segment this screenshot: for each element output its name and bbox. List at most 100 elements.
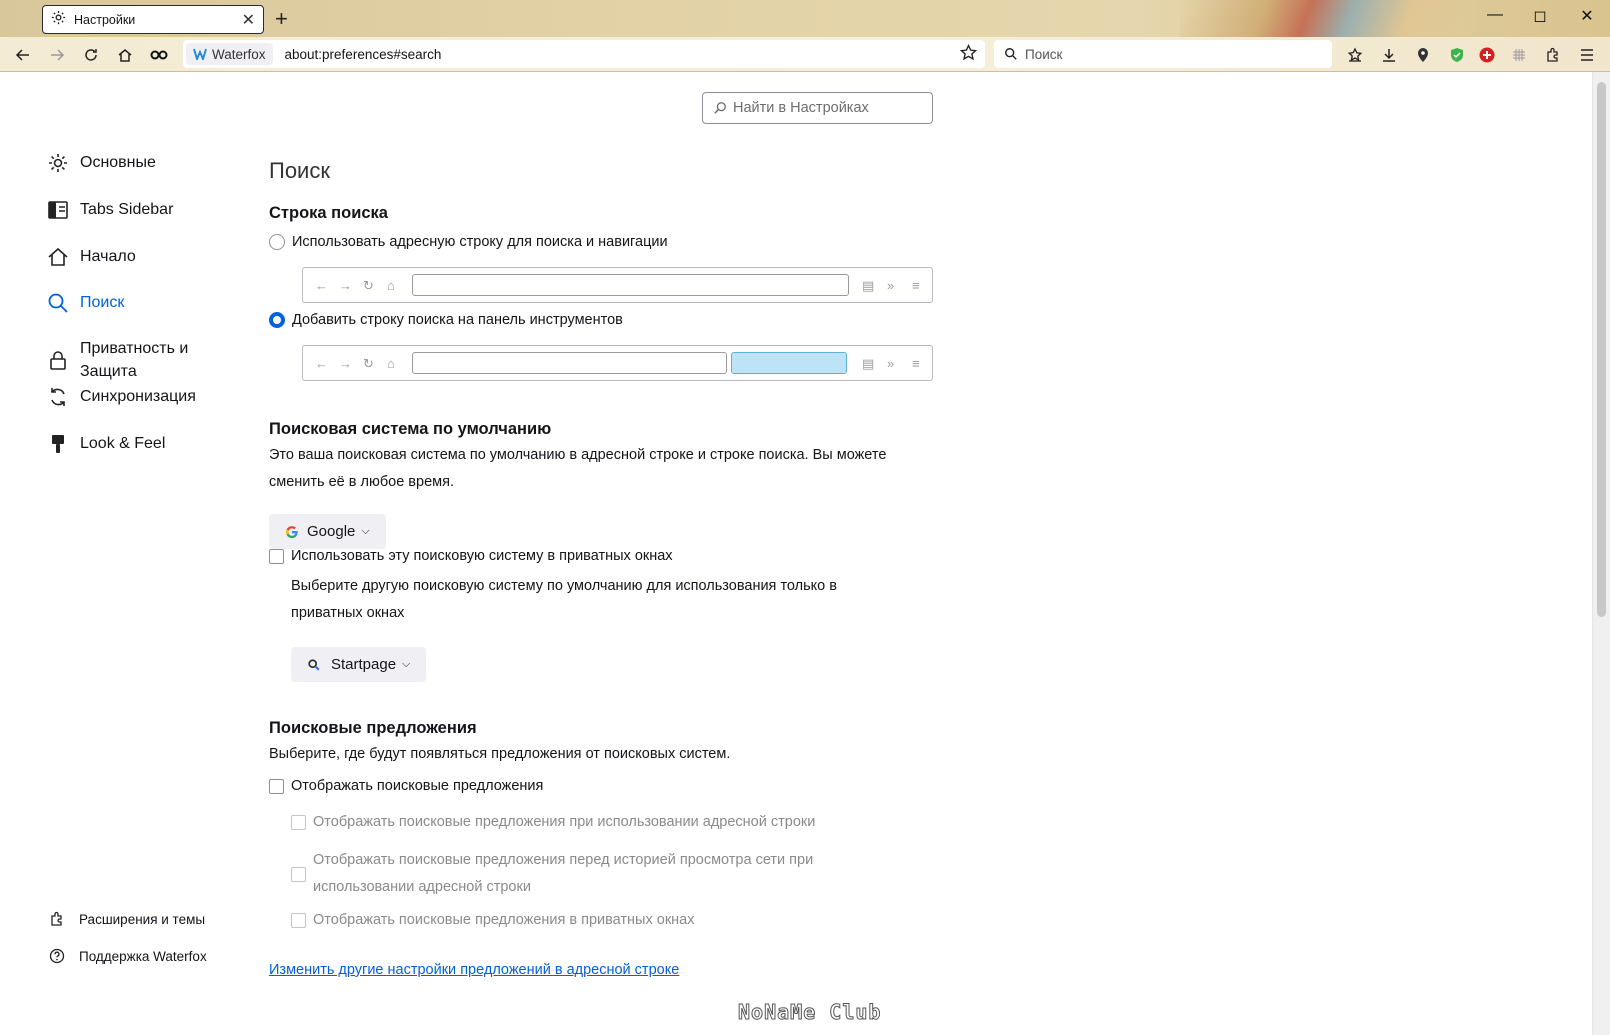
checkbox[interactable] bbox=[269, 778, 284, 794]
home-button[interactable] bbox=[114, 45, 136, 65]
extension-plus-button[interactable] bbox=[1476, 45, 1498, 65]
sidebar-item-privacy[interactable]: Приватность и Защита bbox=[47, 337, 188, 383]
sidebar-item-look-and-feel[interactable]: Look & Feel bbox=[47, 433, 165, 455]
overflow-icon: » bbox=[887, 356, 895, 371]
maximize-button[interactable]: ◻ bbox=[1525, 6, 1555, 26]
radio-button-selected[interactable] bbox=[269, 312, 285, 328]
dropdown-value: Google bbox=[307, 523, 356, 540]
home-icon: ⌂ bbox=[387, 356, 395, 371]
identity-label: Waterfox bbox=[212, 46, 266, 62]
sidebar-item-label: Расширения и темы bbox=[79, 911, 206, 927]
urlbar-settings-link[interactable]: Изменить другие настройки предложений в … bbox=[269, 962, 679, 978]
checkbox-label: Отображать поисковые предложения в прива… bbox=[313, 912, 695, 928]
preview-urlbar bbox=[412, 352, 727, 374]
arrow-left-icon bbox=[15, 49, 29, 61]
scrollbar-thumb[interactable] bbox=[1597, 82, 1606, 617]
reload-button[interactable] bbox=[80, 45, 102, 65]
default-engine-dropdown[interactable]: Google ⌵ bbox=[269, 514, 386, 549]
bookmarks-button[interactable] bbox=[1344, 45, 1366, 65]
download-icon bbox=[1383, 49, 1395, 62]
urlbar-preview: ← → ↻ ⌂ ▤ » ≡ bbox=[302, 267, 933, 303]
sidebar-item-general[interactable]: Основные bbox=[47, 152, 156, 174]
extension-shield-button[interactable] bbox=[1446, 45, 1468, 65]
watermark: NoNaMe Club bbox=[737, 1000, 882, 1025]
checkbox-label: Отображать поисковые предложения при исп… bbox=[313, 814, 816, 830]
search-placeholder: Поиск bbox=[1025, 46, 1063, 62]
show-suggestions-row[interactable]: Отображать поисковые предложения bbox=[269, 778, 543, 794]
red-plus-icon bbox=[1479, 47, 1495, 63]
checkbox[interactable] bbox=[291, 912, 306, 928]
paintbrush-icon bbox=[47, 433, 69, 455]
page-title: Поиск bbox=[269, 158, 330, 183]
arrow-right-icon: → bbox=[339, 356, 352, 371]
bookmark-star-icon[interactable] bbox=[959, 43, 978, 65]
urlbar-suggestions-row[interactable]: Отображать поисковые предложения при исп… bbox=[291, 814, 815, 830]
sidebar-item-label: Поддержка Waterfox bbox=[79, 948, 207, 964]
checkbox-label: Использовать эту поисковую систему в при… bbox=[291, 548, 673, 564]
sidebar-item-support[interactable]: Поддержка Waterfox bbox=[49, 948, 207, 964]
sidebar-item-tabs-sidebar[interactable]: Tabs Sidebar bbox=[47, 199, 173, 221]
private-engine-dropdown[interactable]: Startpage ⌵ bbox=[291, 647, 427, 682]
reload-icon bbox=[85, 49, 97, 61]
home-icon: ⌂ bbox=[387, 278, 395, 293]
back-button[interactable] bbox=[12, 45, 34, 65]
sidebar-item-search[interactable]: Поиск bbox=[47, 292, 124, 314]
sidebar-item-label: Look & Feel bbox=[80, 435, 166, 452]
reader-icon: ▤ bbox=[862, 356, 875, 371]
url-text[interactable]: about:preferences#search bbox=[285, 47, 960, 62]
label-line: использовании адресной строки bbox=[313, 879, 531, 895]
search-bar[interactable]: Поиск bbox=[994, 40, 1332, 68]
arrow-right-icon bbox=[51, 49, 65, 61]
find-in-settings-input[interactable]: Найти в Настройках bbox=[702, 92, 933, 124]
preferences-content: Найти в Настройках Основные Tabs Sidebar… bbox=[0, 72, 1592, 1035]
url-bar[interactable]: Waterfox about:preferences#search bbox=[183, 40, 985, 68]
arrow-right-icon: → bbox=[339, 278, 352, 293]
sidebar-item-home[interactable]: Начало bbox=[47, 246, 136, 268]
close-window-button[interactable]: ✕ bbox=[1572, 6, 1602, 26]
gear-icon bbox=[47, 152, 69, 174]
vertical-scrollbar[interactable] bbox=[1592, 72, 1610, 1035]
radio-add-searchbar[interactable]: Добавить строку поиска на панель инструм… bbox=[269, 312, 623, 328]
private-engine-description: Выберите другую поисковую систему по умо… bbox=[291, 573, 837, 627]
default-engine-description: Это ваша поисковая система по умолчанию … bbox=[269, 442, 886, 496]
private-engine-checkbox-row[interactable]: Использовать эту поисковую систему в при… bbox=[269, 548, 673, 564]
preview-searchbar bbox=[731, 352, 847, 374]
lock-icon bbox=[47, 349, 69, 371]
checkbox[interactable] bbox=[291, 866, 306, 882]
minimize-button[interactable]: — bbox=[1480, 6, 1510, 24]
radio-use-urlbar[interactable]: Использовать адресную строку для поиска … bbox=[269, 234, 668, 250]
forward-button[interactable] bbox=[46, 45, 68, 65]
suggestions-heading: Поисковые предложения bbox=[269, 719, 477, 737]
checkbox[interactable] bbox=[269, 548, 284, 564]
tab-settings[interactable]: Настройки ✕ bbox=[42, 5, 264, 34]
extensions-button[interactable] bbox=[1542, 45, 1564, 65]
puzzle-icon bbox=[1547, 47, 1558, 62]
suggestions-description: Выберите, где будут появляться предложен… bbox=[269, 746, 731, 762]
private-browsing-button[interactable] bbox=[148, 45, 170, 65]
radio-button[interactable] bbox=[269, 234, 285, 250]
downloads-button[interactable] bbox=[1378, 45, 1400, 65]
private-suggestions-row[interactable]: Отображать поисковые предложения в прива… bbox=[291, 912, 695, 928]
app-menu-button[interactable] bbox=[1576, 45, 1598, 65]
default-engine-heading: Поисковая система по умолчанию bbox=[269, 420, 552, 438]
puzzle-icon bbox=[51, 911, 62, 926]
sidebar-item-addons[interactable]: Расширения и темы bbox=[49, 911, 205, 927]
startpage-logo-icon bbox=[308, 658, 320, 671]
preview-urlbar bbox=[412, 274, 849, 296]
radio-label: Использовать адресную строку для поиска … bbox=[292, 234, 668, 250]
sidebar-item-sync[interactable]: Синхронизация bbox=[47, 386, 196, 408]
suggestions-before-history-row[interactable]: Отображать поисковые предложения перед и… bbox=[291, 847, 813, 901]
tab-title: Настройки bbox=[74, 12, 136, 27]
description-line: приватных окнах bbox=[291, 605, 405, 621]
dropdown-value: Startpage bbox=[331, 656, 397, 673]
new-tab-button[interactable]: + bbox=[275, 6, 288, 32]
extension-location-button[interactable] bbox=[1412, 45, 1434, 65]
nav-toolbar: Waterfox about:preferences#search Поиск bbox=[0, 37, 1610, 72]
extension-grid-button[interactable] bbox=[1508, 45, 1530, 65]
reload-icon: ↻ bbox=[363, 278, 374, 293]
sidebar-item-label: Начало bbox=[80, 248, 136, 265]
site-identity[interactable]: Waterfox bbox=[186, 43, 273, 65]
checkbox[interactable] bbox=[291, 814, 306, 830]
close-tab-icon[interactable]: ✕ bbox=[242, 10, 255, 30]
menu-icon: ≡ bbox=[912, 278, 920, 293]
